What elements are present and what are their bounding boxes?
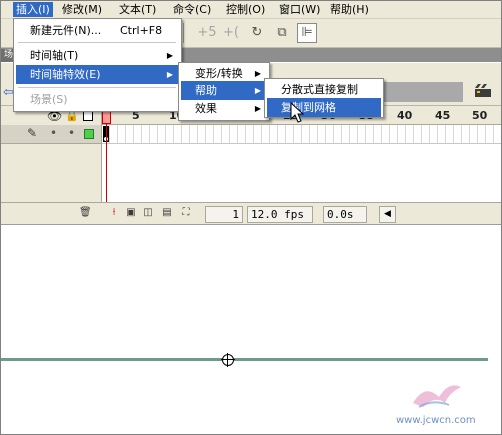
elapsed-time-field: 0.0s — [323, 206, 367, 223]
insert-menu: 新建元件(N)... Ctrl+F8 时间轴(T) ▶ 时间轴特效(E) ▶ 场… — [13, 18, 182, 112]
registration-point-icon — [221, 353, 235, 367]
menu-control[interactable]: 控制(O) — [223, 2, 268, 17]
menu-item-scene: 场景(S) — [16, 90, 179, 109]
menu-item-timeline[interactable]: 时间轴(T) ▶ — [16, 46, 179, 65]
scale-icon[interactable]: ⧉ — [272, 23, 292, 43]
menu-item-label: 场景(S) — [30, 93, 68, 106]
onion-outline-icon[interactable]: ◫ — [142, 207, 154, 219]
menu-text[interactable]: 文本(T) — [116, 2, 159, 17]
shortcut-label: Ctrl+F8 — [120, 24, 163, 37]
watermark-text: www.jcwcn.com — [396, 415, 476, 426]
timeline-panel: 👁 🔒 ✎ • • 5 10 15 20 25 30 35 40 45 50 — [1, 106, 501, 224]
menu-window[interactable]: 窗口(W) — [276, 2, 323, 17]
lock-dot-icon[interactable]: • — [68, 126, 75, 140]
straighten-icon[interactable]: +( — [221, 23, 241, 43]
submenu-arrow-icon: ▶ — [166, 51, 173, 60]
menu-modify[interactable]: 修改(M) — [59, 2, 105, 17]
menu-separator — [18, 87, 176, 88]
layer-color-icon[interactable] — [84, 129, 94, 139]
frame-number: 40 — [397, 109, 413, 122]
scroll-left-button[interactable]: ◀ — [379, 206, 396, 223]
menu-item-label: 变形/转换 — [195, 67, 243, 80]
timeline-status-bar: 🗑 ⍿ ▣ ◫ ▤ ⛶ 1 12.0 fps 0.0s ◀ — [1, 202, 501, 224]
menu-item-label: 时间轴(T) — [30, 49, 79, 62]
frame-number: 45 — [435, 109, 451, 122]
menu-item-label: 时间轴特效(E) — [30, 68, 101, 81]
frame-number: 50 — [472, 109, 488, 122]
onion-skin-icon[interactable]: ▣ — [125, 207, 137, 219]
menu-insert[interactable]: 插入(I) — [13, 2, 53, 17]
submenu-arrow-icon: ▶ — [254, 86, 261, 95]
current-frame-field: 1 — [205, 206, 243, 223]
center-frame-icon[interactable]: ⍿ — [108, 207, 120, 219]
submenu-arrow-icon: ▶ — [166, 70, 173, 79]
frame-rate-field[interactable]: 12.0 fps — [247, 206, 313, 223]
menu-item-new-symbol[interactable]: 新建元件(N)... Ctrl+F8 — [16, 21, 179, 40]
pencil-icon: ✎ — [27, 126, 38, 140]
menu-item-distributed-copy[interactable]: 分散式直接复制 — [267, 80, 381, 99]
submenu-arrow-icon: ▶ — [254, 104, 261, 113]
align-icon[interactable]: ⊫ — [297, 23, 317, 43]
edit-multiple-icon[interactable]: ▤ — [161, 207, 173, 219]
menu-item-assist[interactable]: 帮助 ▶ — [181, 81, 267, 100]
layer-row[interactable]: ✎ • • — [1, 125, 101, 144]
stage[interactable]: www.jcwcn.com — [1, 224, 501, 434]
outline-icon[interactable] — [83, 111, 93, 121]
menubar: 插入(I) 修改(M) 文本(T) 命令(C) 控制(O) 窗口(W) 帮助(H… — [1, 1, 501, 19]
onion-markers-icon[interactable]: ⛶ — [180, 207, 192, 219]
playhead-line — [106, 124, 107, 204]
assist-submenu: 分散式直接复制 复制到网格 — [264, 78, 384, 118]
stage-line-shape[interactable] — [1, 358, 488, 361]
timeline-effects-submenu: 变形/转换 ▶ 帮助 ▶ 效果 ▶ — [178, 62, 270, 121]
visible-dot-icon[interactable]: • — [50, 126, 57, 140]
menu-item-timeline-effects[interactable]: 时间轴特效(E) ▶ — [16, 65, 179, 84]
flash-window: 插入(I) 修改(M) 文本(T) 命令(C) 控制(O) 窗口(W) 帮助(H… — [0, 0, 502, 435]
rotate-icon[interactable]: ↻ — [247, 23, 267, 43]
menu-item-label: 新建元件(N)... — [30, 24, 102, 37]
menu-item-label: 帮助 — [195, 84, 217, 97]
menu-separator — [18, 42, 176, 43]
toolbar-separator — [183, 23, 184, 43]
menu-item-label: 分散式直接复制 — [281, 83, 358, 96]
menu-item-copy-to-grid[interactable]: 复制到网格 — [267, 98, 381, 117]
menu-item-label: 效果 — [195, 102, 217, 115]
mouse-cursor-icon — [290, 102, 304, 123]
menu-item-effects[interactable]: 效果 ▶ — [181, 99, 267, 118]
menu-help[interactable]: 帮助(H) — [327, 2, 372, 17]
frames-row[interactable] — [102, 125, 501, 144]
smooth-icon[interactable]: +5 — [197, 23, 217, 43]
watermark-logo — [413, 385, 461, 408]
menu-commands[interactable]: 命令(C) — [170, 2, 214, 17]
clapper-icon[interactable] — [474, 84, 492, 98]
trash-icon[interactable]: 🗑 — [79, 207, 92, 219]
editbar-panel-dark — [381, 82, 463, 102]
